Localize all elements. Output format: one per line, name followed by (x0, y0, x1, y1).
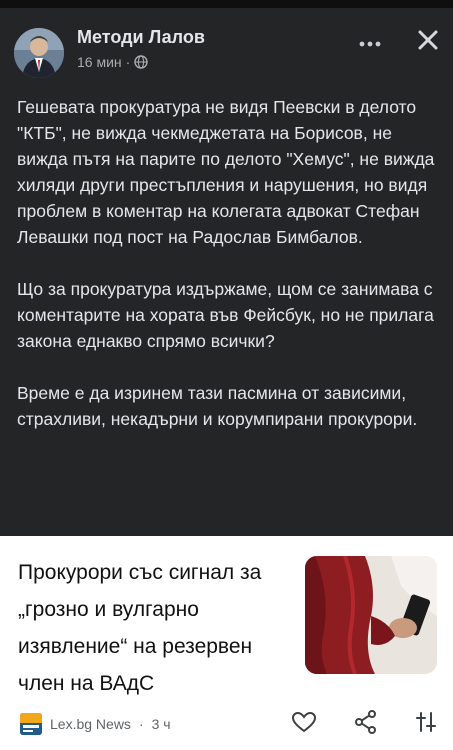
source-time: 3 ч (151, 716, 171, 732)
facebook-post: Методи Лалов 16 мин · Гешевата прокурату… (0, 8, 453, 536)
source-separator: · (138, 716, 144, 732)
post-text: Гешевата прокуратура не видя Пеевски в д… (17, 94, 442, 432)
meta-separator: · (125, 54, 131, 70)
link-preview-card[interactable]: Прокурори със сигнал за „грозно и вулгар… (0, 536, 453, 750)
post-paragraph: Гешевата прокуратура не видя Пеевски в д… (17, 97, 435, 247)
post-meta: 16 мин · (77, 54, 149, 70)
source-name[interactable]: Lex.bg News (50, 716, 131, 732)
post-paragraph: Що за прокуратура издържаме, щом се зани… (17, 279, 434, 351)
heart-icon[interactable] (290, 708, 318, 736)
more-icon[interactable] (352, 34, 388, 54)
sort-icon[interactable] (412, 708, 440, 736)
link-thumbnail[interactable] (305, 556, 437, 674)
globe-icon (134, 55, 149, 69)
link-source: Lex.bg News · 3 ч (20, 713, 171, 735)
link-title[interactable]: Прокурори със сигнал за „грозно и вулгар… (18, 554, 288, 702)
post-time[interactable]: 16 мин (77, 54, 122, 70)
top-strip (0, 0, 453, 8)
share-icon[interactable] (352, 708, 380, 736)
post-paragraph: Време е да изринем тази пасмина от завис… (17, 383, 418, 429)
lexbg-logo-icon (20, 713, 42, 735)
author-name[interactable]: Методи Лалов (77, 27, 205, 48)
avatar[interactable] (14, 28, 64, 78)
close-icon[interactable] (412, 24, 444, 56)
